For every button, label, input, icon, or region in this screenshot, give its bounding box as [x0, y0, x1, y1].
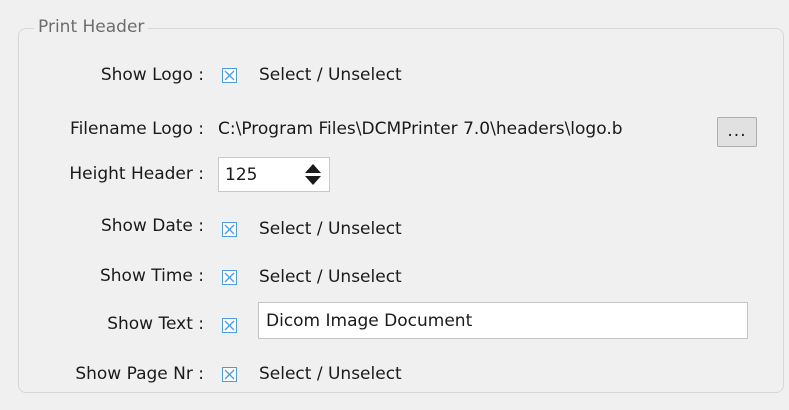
show-page-nr-label: Show Page Nr : — [75, 364, 204, 384]
show-text-label: Show Text : — [107, 314, 204, 334]
browse-button[interactable]: ... — [717, 117, 757, 147]
check-x-icon — [224, 70, 235, 81]
show-date-label: Show Date : — [100, 216, 204, 236]
height-header-spinbox[interactable]: 125 — [218, 157, 330, 192]
check-x-icon — [224, 224, 235, 235]
height-header-value[interactable]: 125 — [225, 163, 257, 187]
show-time-checkbox[interactable] — [222, 270, 237, 285]
check-x-icon — [224, 272, 235, 283]
show-page-nr-checkbox[interactable] — [222, 367, 237, 382]
group-title: Print Header — [34, 14, 149, 40]
show-logo-label: Show Logo : — [100, 65, 204, 85]
check-x-icon — [224, 320, 235, 331]
spin-down-icon[interactable] — [305, 176, 321, 185]
spin-up-icon[interactable] — [305, 164, 321, 173]
show-date-text[interactable]: Select / Unselect — [259, 217, 402, 241]
filename-logo-value: C:\Program Files\DCMPrinter 7.0\headers\… — [218, 119, 623, 139]
spin-buttons[interactable] — [302, 163, 324, 186]
show-time-label: Show Time : — [99, 266, 204, 286]
show-logo-checkbox[interactable] — [222, 68, 237, 83]
show-date-checkbox[interactable] — [222, 222, 237, 237]
show-page-nr-text[interactable]: Select / Unselect — [259, 362, 402, 386]
show-text-checkbox[interactable] — [222, 318, 237, 333]
show-time-text[interactable]: Select / Unselect — [259, 265, 402, 289]
check-x-icon — [224, 369, 235, 380]
height-header-label: Height Header : — [69, 164, 204, 184]
filename-logo-label: Filename Logo : — [70, 119, 204, 139]
show-text-input[interactable]: Dicom Image Document — [258, 302, 748, 339]
show-logo-text[interactable]: Select / Unselect — [259, 63, 402, 87]
